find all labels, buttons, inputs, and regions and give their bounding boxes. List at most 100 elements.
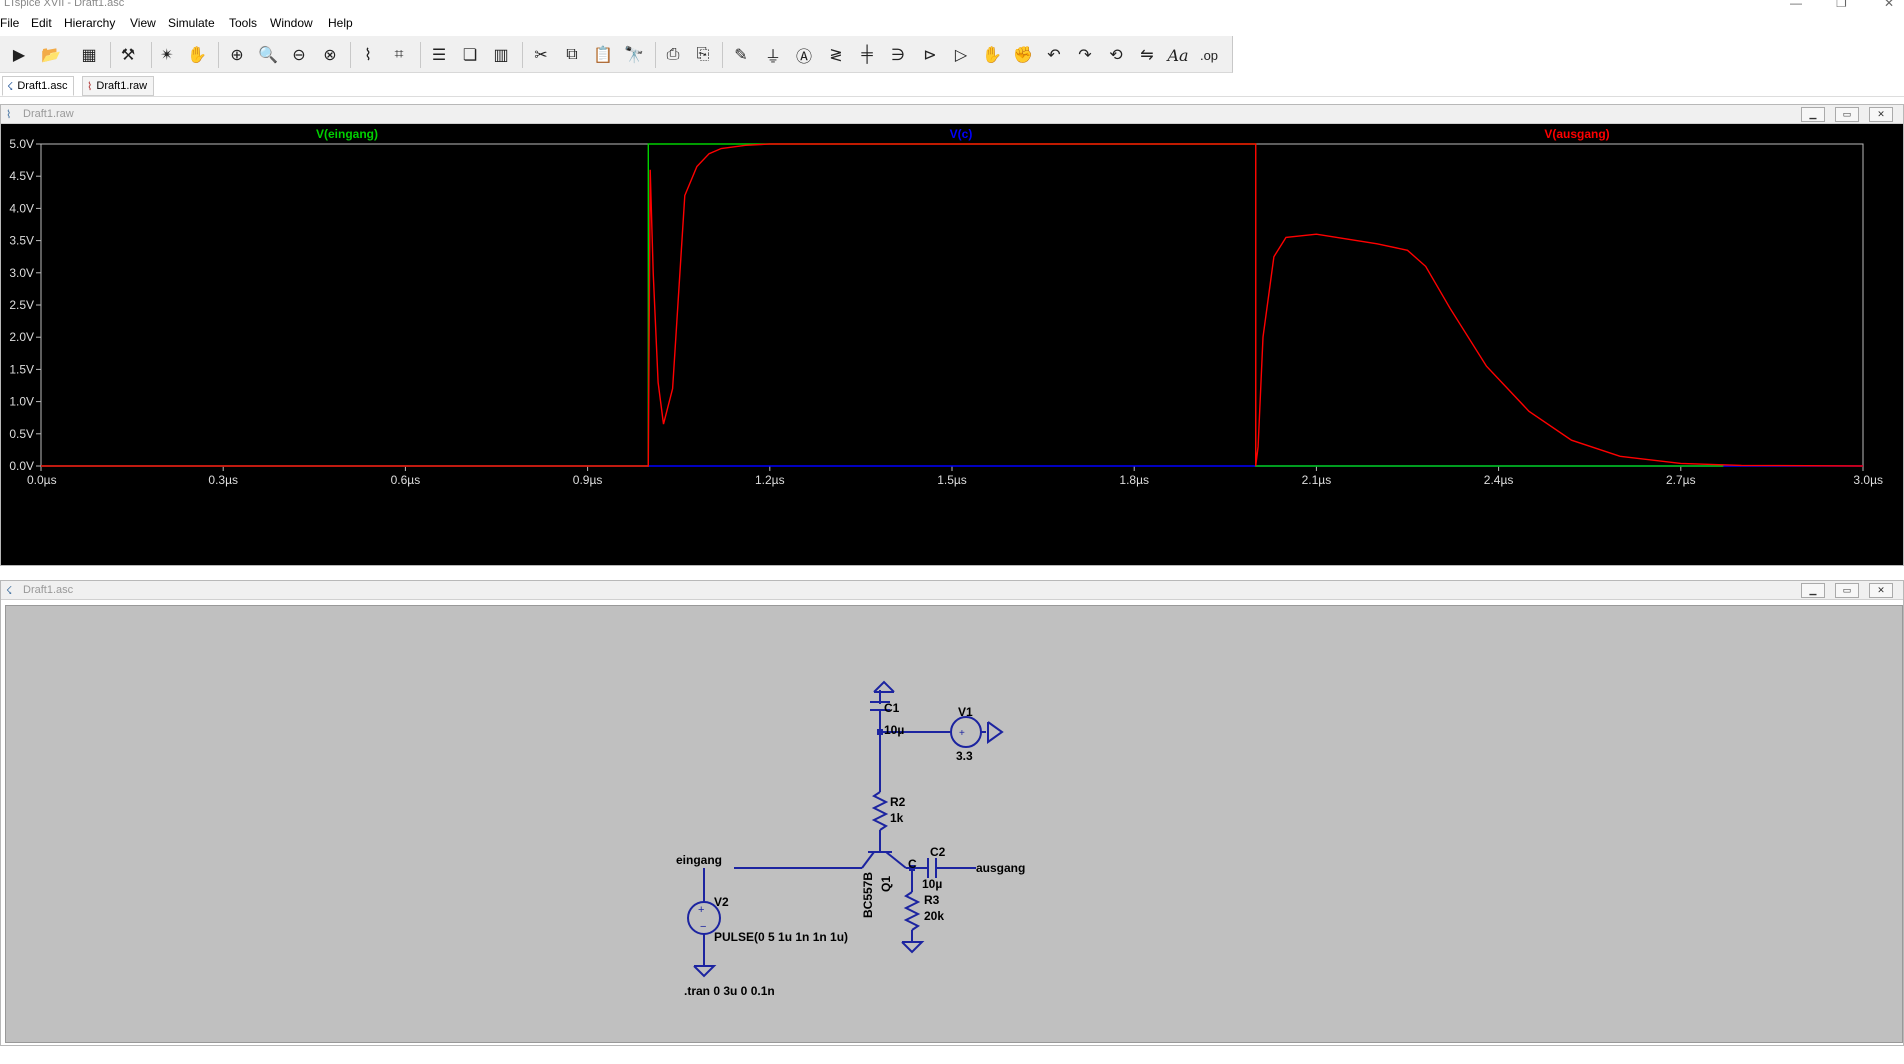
y-tick-label: 4.0V bbox=[9, 201, 34, 215]
net-ausgang-label: ausgang bbox=[976, 861, 1025, 875]
r3-resistor bbox=[903, 891, 921, 931]
close-icon[interactable]: ✕ bbox=[1884, 0, 1894, 10]
r2-resistor bbox=[871, 791, 889, 831]
close-icon[interactable]: ✕ bbox=[1869, 107, 1893, 122]
menu-help[interactable]: Help bbox=[328, 16, 353, 30]
plot-area[interactable]: 0.0V 0.5V 1.0V 1.5V 2.0V 2.5V 3.0V 3.5V 4.0V 4.5V… bbox=[1, 124, 1903, 565]
cascade-icon[interactable]: ❏ bbox=[459, 44, 481, 66]
control-panel-icon[interactable]: ⚒ bbox=[117, 44, 139, 66]
diode-icon[interactable]: ⊳ bbox=[919, 44, 941, 66]
save-icon[interactable]: ▦ bbox=[78, 44, 100, 66]
schematic-canvas[interactable]: + + − C1 10µ V1 3.3 R2 1k C C2 10µ ausga… bbox=[5, 605, 1903, 1043]
spice-directive-icon[interactable]: .op bbox=[1198, 44, 1220, 66]
minimize-icon[interactable]: ▁ bbox=[1801, 107, 1825, 122]
menu-view[interactable]: View bbox=[130, 16, 156, 30]
y-tick-label: 0.5V bbox=[9, 427, 34, 441]
paste-icon[interactable]: 📋 bbox=[592, 44, 614, 66]
schematic-window: ☇ Draft1.asc ▁ ▭ ✕ + + − C1 10µ V1 3.3 R… bbox=[0, 580, 1904, 1046]
legend-v-ausgang-: V(ausgang) bbox=[1544, 127, 1609, 141]
document-tabs: ☇ Draft1.asc ⌇ Draft1.raw bbox=[0, 74, 1904, 97]
x-tick-label: 0.6µs bbox=[391, 473, 421, 487]
zoom-out-icon[interactable]: ⊖ bbox=[288, 44, 310, 66]
svg-text:+: + bbox=[698, 904, 704, 916]
menu-file[interactable]: File bbox=[0, 16, 19, 30]
waveform-plot[interactable]: 0.0V 0.5V 1.0V 1.5V 2.0V 2.5V 3.0V 3.5V 4.0V 4.5V… bbox=[1, 124, 1903, 565]
x-tick-label: 1.8µs bbox=[1119, 473, 1149, 487]
waveform-icon: ⌇ bbox=[87, 80, 93, 93]
open-icon[interactable]: 📂 bbox=[40, 44, 62, 66]
ground-icon[interactable]: ⏚ bbox=[762, 44, 784, 66]
run-simulation-icon[interactable]: ✴ bbox=[156, 44, 178, 66]
tab-draft1-asc[interactable]: ☇ Draft1.asc bbox=[2, 76, 75, 96]
minimize-icon[interactable]: ▁ bbox=[1801, 583, 1825, 598]
plot-window-titlebar: ⌇ Draft1.raw ▁ ▭ ✕ bbox=[1, 105, 1903, 124]
menu-window[interactable]: Window bbox=[270, 16, 313, 30]
resistor-icon[interactable]: ≷ bbox=[825, 44, 847, 66]
menu-simulate[interactable]: Simulate bbox=[168, 16, 215, 30]
mirror-icon[interactable]: ⇋ bbox=[1136, 44, 1158, 66]
y-tick-label: 0.0V bbox=[9, 459, 34, 473]
y-tick-label: 3.5V bbox=[9, 234, 34, 248]
menu-hierarchy[interactable]: Hierarchy bbox=[64, 16, 115, 30]
find-icon[interactable]: 🔭 bbox=[623, 44, 645, 66]
maximize-icon[interactable]: ▭ bbox=[1835, 107, 1859, 122]
copy-icon[interactable]: ⧉ bbox=[561, 44, 583, 66]
zoom-area-icon[interactable]: 🔍 bbox=[257, 44, 279, 66]
r3-ground-symbol bbox=[901, 941, 925, 954]
text-icon[interactable]: Aa bbox=[1167, 44, 1189, 66]
x-tick-label: 2.7µs bbox=[1666, 473, 1696, 487]
zoom-in-icon[interactable]: ⊕ bbox=[226, 44, 248, 66]
x-tick-label: 1.2µs bbox=[755, 473, 785, 487]
move-icon[interactable]: ✋ bbox=[981, 44, 1003, 66]
drag-icon[interactable]: ✊ bbox=[1012, 44, 1034, 66]
svg-text:−: − bbox=[700, 921, 706, 933]
plot-window: ⌇ Draft1.raw ▁ ▭ ✕ 0.0V 0.5V 1.0V 1.5V 2.0V 2… bbox=[0, 104, 1904, 566]
v1-label: V1 bbox=[958, 705, 973, 719]
schematic-drawing[interactable]: + + − C1 10µ V1 3.3 R2 1k C C2 10µ ausga… bbox=[6, 606, 1902, 1042]
inductor-icon[interactable]: ∋ bbox=[887, 44, 909, 66]
print-icon[interactable]: ⎙ bbox=[662, 44, 684, 66]
pan-icon[interactable]: ✋ bbox=[186, 44, 208, 66]
schematic-icon: ☇ bbox=[7, 80, 14, 93]
menu-edit[interactable]: Edit bbox=[31, 16, 52, 30]
close-icon[interactable]: ✕ bbox=[1869, 583, 1893, 598]
autorange-icon[interactable]: ⌗ bbox=[388, 44, 410, 66]
capacitor-icon[interactable]: ╪ bbox=[856, 44, 878, 66]
schematic-icon: ☇ bbox=[6, 585, 13, 597]
r2-label: R2 bbox=[890, 795, 906, 809]
schematic-window-titlebar: ☇ Draft1.asc ▁ ▭ ✕ bbox=[1, 581, 1903, 600]
print-preview-icon[interactable]: ⎘ bbox=[692, 44, 714, 66]
menu-tools[interactable]: Tools bbox=[229, 16, 257, 30]
redo-icon[interactable]: ↷ bbox=[1074, 44, 1096, 66]
tab-draft1-raw[interactable]: ⌇ Draft1.raw bbox=[82, 76, 155, 96]
wire-icon[interactable]: ✎ bbox=[730, 44, 752, 66]
maximize-icon[interactable]: ▭ bbox=[1835, 583, 1859, 598]
x-tick-label: 2.1µs bbox=[1302, 473, 1332, 487]
rotate-icon[interactable]: ⟲ bbox=[1105, 44, 1127, 66]
waveform-icon[interactable]: ⌇ bbox=[357, 44, 379, 66]
series-v-ausgang- bbox=[41, 143, 1864, 467]
label-icon[interactable]: Ⓐ bbox=[793, 44, 815, 66]
waveform-icon: ⌇ bbox=[6, 109, 12, 121]
svg-text:+: + bbox=[959, 728, 965, 739]
tab-label: Draft1.raw bbox=[96, 80, 148, 92]
q1-collector bbox=[885, 851, 907, 869]
zoom-fit-icon[interactable]: ⊗ bbox=[319, 44, 341, 66]
undo-icon[interactable]: ↶ bbox=[1043, 44, 1065, 66]
v1-ground-symbol bbox=[987, 721, 1004, 744]
tile-horizontal-icon[interactable]: ☰ bbox=[428, 44, 450, 66]
run-icon[interactable]: ▶ bbox=[8, 44, 30, 66]
x-tick-label: 3.0µs bbox=[1853, 473, 1883, 487]
x-tick-label: 0.0µs bbox=[27, 473, 57, 487]
x-tick-label: 2.4µs bbox=[1484, 473, 1514, 487]
minimize-icon[interactable]: — bbox=[1790, 0, 1802, 10]
restore-icon[interactable]: ❐ bbox=[1836, 0, 1847, 10]
component-icon[interactable]: ▷ bbox=[950, 44, 972, 66]
y-tick-label: 2.0V bbox=[9, 330, 34, 344]
window-titlebar: LTspice XVII - Draft1.asc — ❐ ✕ bbox=[0, 0, 1904, 12]
c2-value: 10µ bbox=[922, 877, 942, 891]
q1-emitter bbox=[861, 851, 875, 869]
tile-vertical-icon[interactable]: ▥ bbox=[490, 44, 512, 66]
y-tick-label: 5.0V bbox=[9, 137, 34, 151]
cut-icon[interactable]: ✂ bbox=[530, 44, 552, 66]
